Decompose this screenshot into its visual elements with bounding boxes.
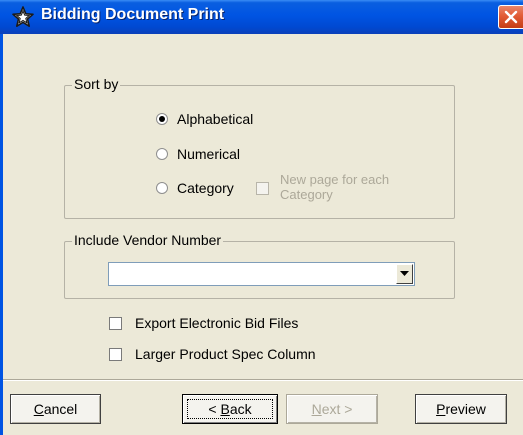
window-frame <box>0 34 3 435</box>
sort-by-label: Sort by <box>72 76 121 92</box>
cancel-button[interactable]: Cancel <box>10 394 101 424</box>
next-label: ext > <box>321 401 353 417</box>
radio-numerical[interactable]: Numerical <box>156 145 240 163</box>
cancel-accelerator: C <box>33 401 44 417</box>
dialog-window: Bidding Document Print Sort by Alphabeti… <box>0 0 523 435</box>
back-button[interactable]: < Back <box>182 394 278 424</box>
dropdown-button[interactable] <box>396 264 413 284</box>
close-button[interactable] <box>498 5 523 29</box>
cancel-label: ancel <box>43 401 78 417</box>
new-page-label-line2: Category <box>280 187 333 202</box>
larger-spec-column-option[interactable]: Larger Product Spec Column <box>109 346 316 362</box>
button-separator <box>3 379 523 381</box>
next-accelerator: N <box>311 401 322 417</box>
sort-by-group <box>64 85 455 219</box>
radio-button[interactable] <box>156 182 168 194</box>
new-page-label-line1: New page for each <box>280 172 390 187</box>
focus-rectangle <box>187 399 273 419</box>
radio-category[interactable]: Category <box>156 179 234 197</box>
radio-numerical-label: Numerical <box>177 146 241 162</box>
new-page-checkbox[interactable] <box>256 182 269 195</box>
export-bid-files-checkbox[interactable] <box>109 316 122 330</box>
next-button[interactable]: Next > <box>286 394 378 424</box>
vendor-number-label: Include Vendor Number <box>72 232 224 248</box>
chevron-down-icon <box>400 271 409 276</box>
export-bid-files-option[interactable]: Export Electronic Bid Files <box>109 315 298 331</box>
export-bid-files-label: Export Electronic Bid Files <box>135 315 299 331</box>
radio-button[interactable] <box>156 113 168 125</box>
close-icon <box>504 10 518 24</box>
preview-button[interactable]: Preview <box>415 394 507 424</box>
radio-category-label: Category <box>177 180 234 196</box>
larger-spec-column-label: Larger Product Spec Column <box>135 346 316 362</box>
radio-alphabetical[interactable]: Alphabetical <box>156 110 253 128</box>
larger-spec-column-checkbox[interactable] <box>109 347 122 361</box>
new-page-label: New page for each Category <box>280 172 389 202</box>
title-bar[interactable]: Bidding Document Print <box>0 0 523 34</box>
star-outline-icon <box>12 6 34 28</box>
preview-label: review <box>445 401 486 417</box>
radio-alphabetical-label: Alphabetical <box>177 111 254 127</box>
vendor-number-select[interactable] <box>108 262 415 286</box>
window-title: Bidding Document Print <box>41 6 225 23</box>
radio-button[interactable] <box>156 148 168 160</box>
